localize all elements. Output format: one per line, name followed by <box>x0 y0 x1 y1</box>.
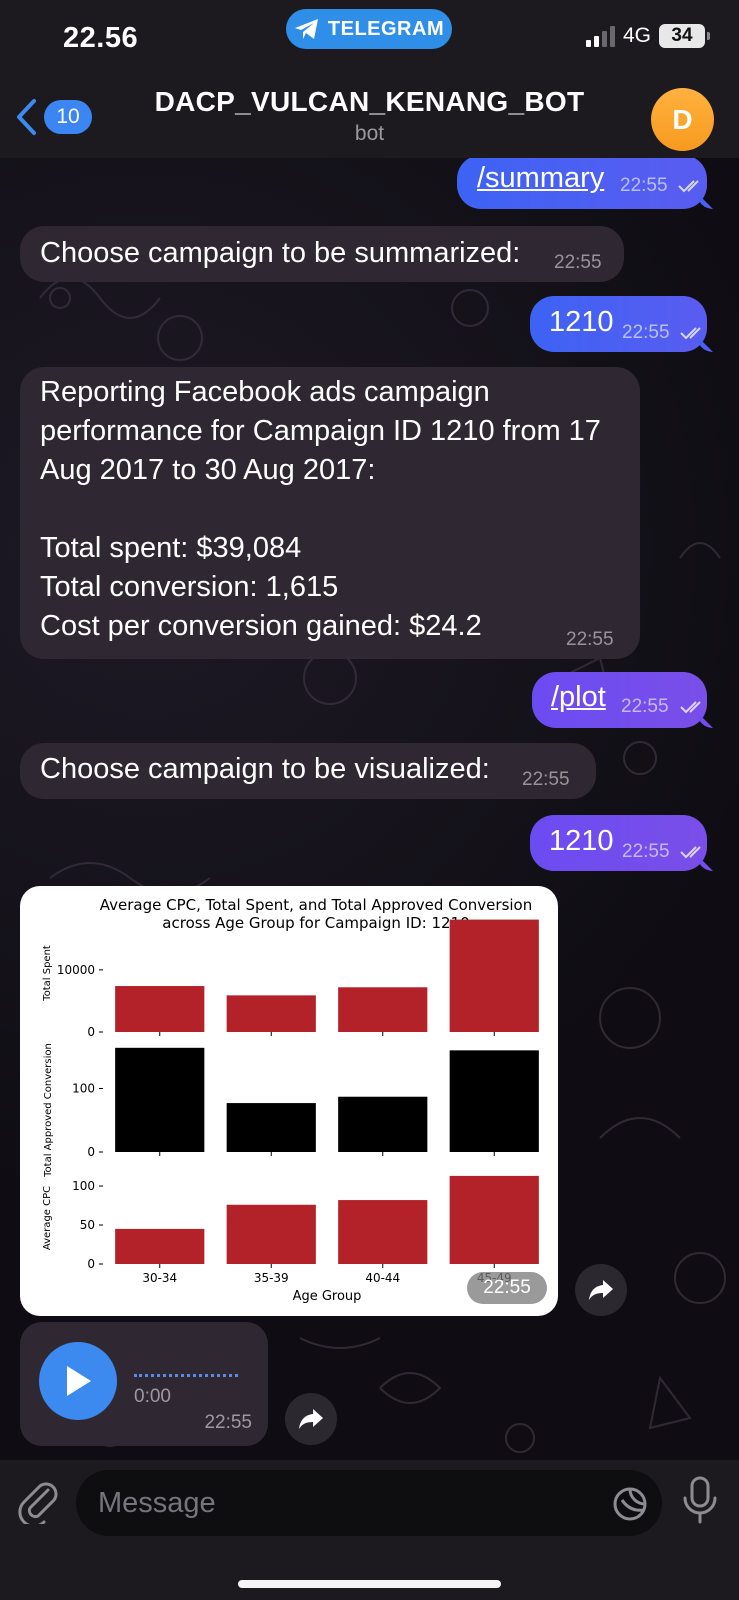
message-placeholder: Message <box>98 1486 216 1519</box>
report-text: Reporting Facebook ads campaign performa… <box>40 373 601 646</box>
report-line: performance for Campaign ID 1210 from 17 <box>40 415 601 447</box>
composer-bar: Message <box>0 1460 739 1600</box>
y-tick-label: 50 <box>80 1218 95 1232</box>
chart-image-message[interactable]: Average CPC, Total Spent, and Total Appr… <box>20 886 558 1316</box>
chat-subtitle: bot <box>354 122 385 145</box>
y-tick-label: 0 <box>87 1257 95 1271</box>
play-icon <box>67 1366 91 1396</box>
telegram-plane-icon <box>294 19 318 39</box>
chart-bar <box>115 986 205 1032</box>
message-outgoing-plot[interactable]: /plot 22:55 <box>532 672 707 728</box>
x-tick-label: 30-34 <box>142 1271 177 1285</box>
return-to-app-pill[interactable]: TELEGRAM <box>286 9 452 49</box>
chart-bar <box>226 995 316 1032</box>
y-tick-label: 100 <box>72 1179 95 1193</box>
chart-bar <box>449 1050 539 1152</box>
forward-button[interactable] <box>285 1393 337 1445</box>
message-incoming-report[interactable]: Reporting Facebook ads campaign performa… <box>20 367 640 659</box>
double-check-icon <box>680 327 701 340</box>
x-tick-label: 35-39 <box>254 1271 289 1285</box>
chart-bar <box>449 919 539 1032</box>
top-bar: 22.56 TELEGRAM 4G 34 10 DACP_VULCAN_KENA… <box>0 0 739 158</box>
message-time: 22:55 <box>522 769 570 790</box>
message-incoming-choose-summary[interactable]: Choose campaign to be summarized: 22:55 <box>20 226 624 282</box>
message-time: 22:55 <box>621 696 669 717</box>
message-text[interactable]: /summary <box>477 159 604 198</box>
x-axis-label: Age Group <box>293 1289 362 1304</box>
chart-bar <box>115 1047 205 1152</box>
message-time: 22:55 <box>566 629 614 650</box>
avatar[interactable]: D <box>651 88 714 151</box>
y-tick-label: 100 <box>72 1081 95 1095</box>
chart-bar <box>338 1200 428 1264</box>
y-tick-label: 10000 <box>57 963 95 977</box>
double-check-icon <box>680 701 701 714</box>
x-tick-label: 40-44 <box>365 1271 400 1285</box>
chart-bar <box>338 1096 428 1152</box>
chart-bar <box>226 1103 316 1152</box>
forward-button[interactable] <box>575 1264 627 1316</box>
report-line: Total spent: $39,084 <box>40 532 302 564</box>
message-time: 22:55 <box>622 841 670 862</box>
message-text[interactable]: /plot <box>551 678 606 717</box>
chart-bar <box>115 1228 205 1264</box>
report-line-blank <box>40 490 601 529</box>
sticker-icon[interactable] <box>612 1486 648 1522</box>
network-type: 4G <box>622 24 651 47</box>
message-incoming-choose-visualize[interactable]: Choose campaign to be visualized: 22:55 <box>20 743 596 799</box>
message-text: Choose campaign to be visualized: <box>40 753 490 785</box>
status-time: 22.56 <box>63 22 139 54</box>
battery-icon: 34 <box>659 24 710 48</box>
message-time: 22:55 <box>620 175 668 196</box>
signal-icon <box>585 25 615 47</box>
message-input[interactable]: Message <box>76 1470 662 1536</box>
message-time: 22:55 <box>622 322 670 343</box>
y-axis-label: Average CPC <box>42 1186 53 1250</box>
report-line: Reporting Facebook ads campaign <box>40 376 490 408</box>
chart-title: Average CPC, Total Spent, and Total Appr… <box>100 896 533 914</box>
double-check-icon <box>680 846 701 859</box>
y-axis-label: Total Approved Conversion <box>43 1043 54 1178</box>
chat-title[interactable]: DACP_VULCAN_KENANG_BOT <box>0 86 739 118</box>
source-app-label: TELEGRAM <box>327 17 445 40</box>
y-tick-label: 0 <box>87 1145 95 1159</box>
home-indicator <box>238 1580 501 1588</box>
paperclip-icon[interactable] <box>18 1480 60 1524</box>
chart-bar <box>226 1204 316 1264</box>
double-check-icon <box>678 180 699 193</box>
report-line: Aug 2017 to 30 Aug 2017: <box>40 454 376 486</box>
y-axis-label: Total Spent <box>42 945 53 1002</box>
image-time: 22:55 <box>467 1272 547 1304</box>
message-outgoing-campaign-id-2[interactable]: 1210 22:55 <box>530 815 707 871</box>
message-text: Choose campaign to be summarized: <box>40 237 521 269</box>
chart-bar <box>449 1175 539 1264</box>
y-tick-label: 0 <box>87 1025 95 1039</box>
message-text: 1210 <box>549 825 614 857</box>
message-outgoing-campaign-id[interactable]: 1210 22:55 <box>530 296 707 352</box>
voice-duration: 0:00 <box>134 1386 171 1407</box>
play-button[interactable] <box>39 1342 117 1420</box>
waveform[interactable] <box>134 1374 238 1377</box>
forward-arrow-icon <box>299 1409 323 1429</box>
chart-bar <box>338 987 428 1032</box>
bar-chart: Average CPC, Total Spent, and Total Appr… <box>42 896 539 1304</box>
voice-message[interactable]: 0:00 22:55 <box>20 1322 268 1446</box>
report-line: Total conversion: 1,615 <box>40 571 339 603</box>
message-time: 22:55 <box>554 252 602 273</box>
message-outgoing-summary[interactable]: /summary 22:55 <box>457 155 707 209</box>
message-time: 22:55 <box>204 1412 252 1433</box>
microphone-icon[interactable] <box>681 1476 719 1524</box>
report-line: Cost per conversion gained: $24.2 <box>40 610 482 642</box>
status-indicators: 4G 34 <box>585 24 710 48</box>
chart-title: across Age Group for Campaign ID: 1210 <box>162 914 469 932</box>
forward-arrow-icon <box>589 1280 613 1300</box>
message-text: 1210 <box>549 306 614 338</box>
